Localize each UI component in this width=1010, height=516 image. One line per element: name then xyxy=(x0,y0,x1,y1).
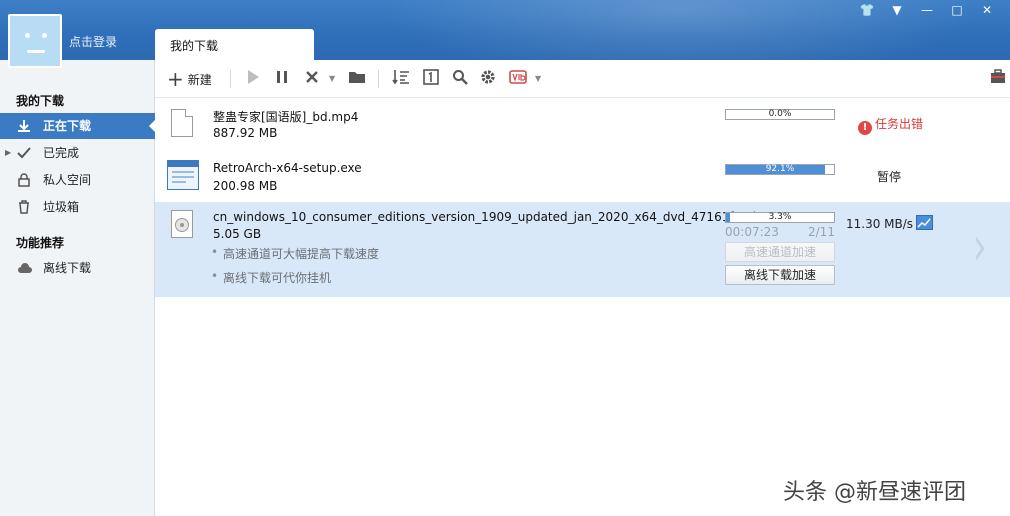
new-button[interactable]: + 新建 xyxy=(167,69,212,89)
tab-my-downloads[interactable]: 我的下载 xyxy=(155,29,314,60)
status-error[interactable]: ! 任务出错 xyxy=(858,115,923,135)
vip-dropdown-icon[interactable]: ▼ xyxy=(535,69,541,89)
folder-icon[interactable] xyxy=(348,69,366,89)
pause-icon[interactable] xyxy=(275,69,289,89)
start-icon[interactable] xyxy=(246,69,260,89)
progress-bar: 3.3% xyxy=(725,212,835,223)
fast-channel-button[interactable]: 高速通道加速 xyxy=(725,242,835,262)
gear-icon[interactable] xyxy=(480,69,496,89)
status-paused[interactable]: 暂停 xyxy=(877,168,901,185)
avatar[interactable] xyxy=(8,14,62,68)
maximize-icon[interactable]: □ xyxy=(942,2,972,18)
sort-icon[interactable] xyxy=(392,69,410,89)
tip-offline: 离线下载可代你挂机 xyxy=(211,269,331,286)
minimize-icon[interactable]: — xyxy=(912,2,942,18)
file-name: cn_windows_10_consumer_editions_version_… xyxy=(213,210,770,224)
expand-caret-icon[interactable]: ▶ xyxy=(5,140,11,166)
download-speed: 11.30 MB/s xyxy=(846,217,914,231)
file-size: 887.92 MB xyxy=(213,126,278,140)
sidebar-item-private[interactable]: 私人空间 xyxy=(0,167,155,193)
close-icon[interactable]: ✕ xyxy=(972,2,1002,18)
vip-icon[interactable] xyxy=(509,69,529,89)
delete-icon[interactable] xyxy=(305,69,319,89)
sidebar-item-trash[interactable]: 垃圾箱 xyxy=(0,194,155,220)
sidebar-item-label: 垃圾箱 xyxy=(43,200,80,214)
sidebar: 我的下载 正在下载 ▶ 已完成 私人空间 垃圾箱 功能推荐 离线下载 xyxy=(0,60,156,516)
file-size: 5.05 GB xyxy=(213,227,262,241)
speed-chart-icon[interactable] xyxy=(916,215,933,230)
sidebar-item-offline[interactable]: 离线下载 xyxy=(0,255,155,281)
parts-count: 2/11 xyxy=(808,225,835,239)
download-arrow-icon xyxy=(17,119,31,133)
file-size: 200.98 MB xyxy=(213,179,278,193)
title-bar: 点击登录 我的下载 👕 ▼ — □ ✕ xyxy=(0,0,1010,60)
file-video-icon xyxy=(171,109,193,137)
sidebar-item-label: 已完成 xyxy=(43,146,80,160)
toolbar: + 新建 ▼ ▼ xyxy=(155,60,1010,98)
toolbar-divider xyxy=(230,70,231,88)
disc-image-icon xyxy=(171,210,193,238)
sidebar-section-recommended: 功能推荐 xyxy=(16,236,65,250)
check-icon xyxy=(17,146,31,160)
tip-fast-channel: 高速通道可大幅提高下载速度 xyxy=(211,245,379,262)
file-name: RetroArch-x64-setup.exe xyxy=(213,161,362,175)
new-button-label: 新建 xyxy=(187,73,212,87)
download-row[interactable]: cn_windows_10_consumer_editions_version_… xyxy=(155,202,1010,297)
progress-bar: 0.0% xyxy=(725,109,835,120)
trash-icon xyxy=(17,200,31,214)
progress-bar: 92.1% xyxy=(725,164,835,175)
file-name: 整蛊专家[国语版]_bd.mp4 xyxy=(213,110,359,124)
status-text: 任务出错 xyxy=(875,117,924,131)
avatar-mouth-icon xyxy=(27,50,45,53)
avatar-eye-icon xyxy=(42,33,47,38)
sidebar-section-my-downloads: 我的下载 xyxy=(16,94,65,108)
sidebar-item-completed[interactable]: ▶ 已完成 xyxy=(0,140,155,166)
offline-accelerate-button[interactable]: 离线下载加速 xyxy=(725,265,835,285)
watermark: 头条 @新昼速评团 xyxy=(783,480,966,505)
task-count-icon[interactable] xyxy=(423,69,439,89)
window-controls: 👕 ▼ — □ ✕ xyxy=(852,2,1002,18)
sidebar-item-downloading[interactable]: 正在下载 xyxy=(0,113,156,139)
menu-icon[interactable]: ▼ xyxy=(882,2,912,18)
plus-icon: + xyxy=(167,67,184,91)
installer-icon xyxy=(167,160,199,190)
delete-dropdown-icon[interactable]: ▼ xyxy=(329,69,335,89)
progress-text: 92.1% xyxy=(765,164,795,174)
download-row[interactable]: 整蛊专家[国语版]_bd.mp4 887.92 MB 0.0% ! 任务出错 xyxy=(155,98,1010,152)
skin-icon[interactable]: 👕 xyxy=(852,2,882,18)
search-icon[interactable] xyxy=(452,69,468,89)
error-icon: ! xyxy=(858,121,872,135)
login-link[interactable]: 点击登录 xyxy=(69,33,117,50)
cloud-icon xyxy=(17,261,32,275)
elapsed-time: 00:07:23 xyxy=(725,225,779,239)
download-row[interactable]: RetroArch-x64-setup.exe 200.98 MB 92.1% … xyxy=(155,152,1010,202)
progress-text: 0.0% xyxy=(768,109,792,119)
lock-icon xyxy=(17,173,31,187)
download-list: 整蛊专家[国语版]_bd.mp4 887.92 MB 0.0% ! 任务出错 Re… xyxy=(155,98,1010,516)
avatar-eye-icon xyxy=(25,33,30,38)
chevron-right-icon[interactable]: › xyxy=(973,220,987,274)
toolbar-divider xyxy=(378,70,379,88)
sidebar-item-label: 离线下载 xyxy=(43,261,92,275)
suitcase-icon[interactable] xyxy=(990,69,1006,89)
progress-text: 3.3% xyxy=(768,212,792,222)
sidebar-item-label: 正在下载 xyxy=(43,119,92,133)
sidebar-item-label: 私人空间 xyxy=(43,173,92,187)
